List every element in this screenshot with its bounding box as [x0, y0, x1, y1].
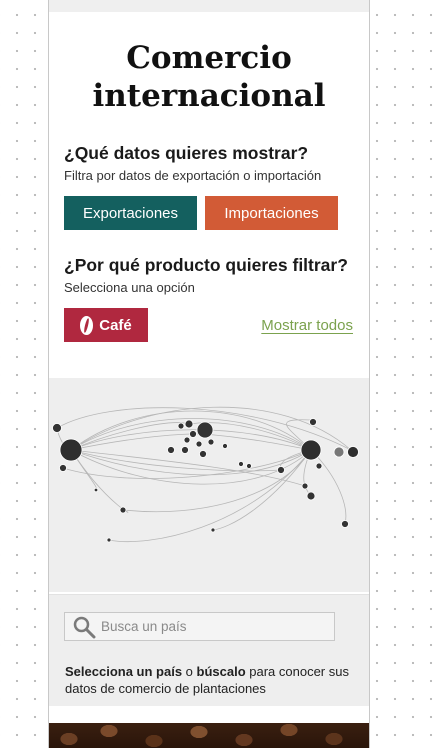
imports-button[interactable]: Importaciones [205, 196, 338, 230]
trade-network-map[interactable] [49, 378, 369, 592]
product-subtitle: Selecciona una opción [64, 280, 195, 295]
product-section: ¿Por qué producto quieres filtrar? Selec… [49, 254, 369, 342]
trade-network-graphic[interactable] [49, 378, 369, 592]
search-hint-search: búscalo [196, 664, 246, 679]
data-type-question: ¿Qué datos quieres mostrar? [64, 143, 309, 163]
search-hint: Selecciona un país o búscalo para conoce… [65, 663, 355, 697]
country-search-input[interactable] [101, 619, 321, 634]
country-search-panel: Selecciona un país o búscalo para conoce… [49, 594, 369, 706]
main-column: Comercio internacional ¿Qué datos quiere… [48, 0, 370, 748]
coffee-filter-button[interactable]: Café [64, 308, 148, 342]
page-title: Comercio internacional [49, 39, 369, 115]
search-hint-or: o [182, 664, 197, 679]
coffee-beans-image [49, 723, 369, 748]
country-search-box[interactable] [64, 612, 335, 641]
data-type-subtitle: Filtra por datos de exportación o import… [64, 168, 322, 183]
data-type-section: ¿Qué datos quieres mostrar? Filtra por d… [49, 142, 369, 230]
product-filter-row: Café Mostrar todos [64, 308, 354, 342]
coffee-bean-icon [80, 315, 94, 335]
title-line-1: Comercio [126, 40, 292, 76]
country-nodes [52, 418, 359, 543]
show-all-link[interactable]: Mostrar todos [261, 317, 353, 334]
data-type-buttons: Exportaciones Importaciones [64, 196, 354, 230]
search-hint-select: Selecciona un país [65, 664, 183, 679]
product-question: ¿Por qué producto quieres filtrar? [64, 255, 348, 275]
search-icon [73, 616, 96, 638]
top-strip [49, 0, 369, 12]
exports-button[interactable]: Exportaciones [64, 196, 197, 230]
coffee-filter-label: Café [99, 316, 132, 334]
title-line-2: internacional [92, 78, 326, 114]
